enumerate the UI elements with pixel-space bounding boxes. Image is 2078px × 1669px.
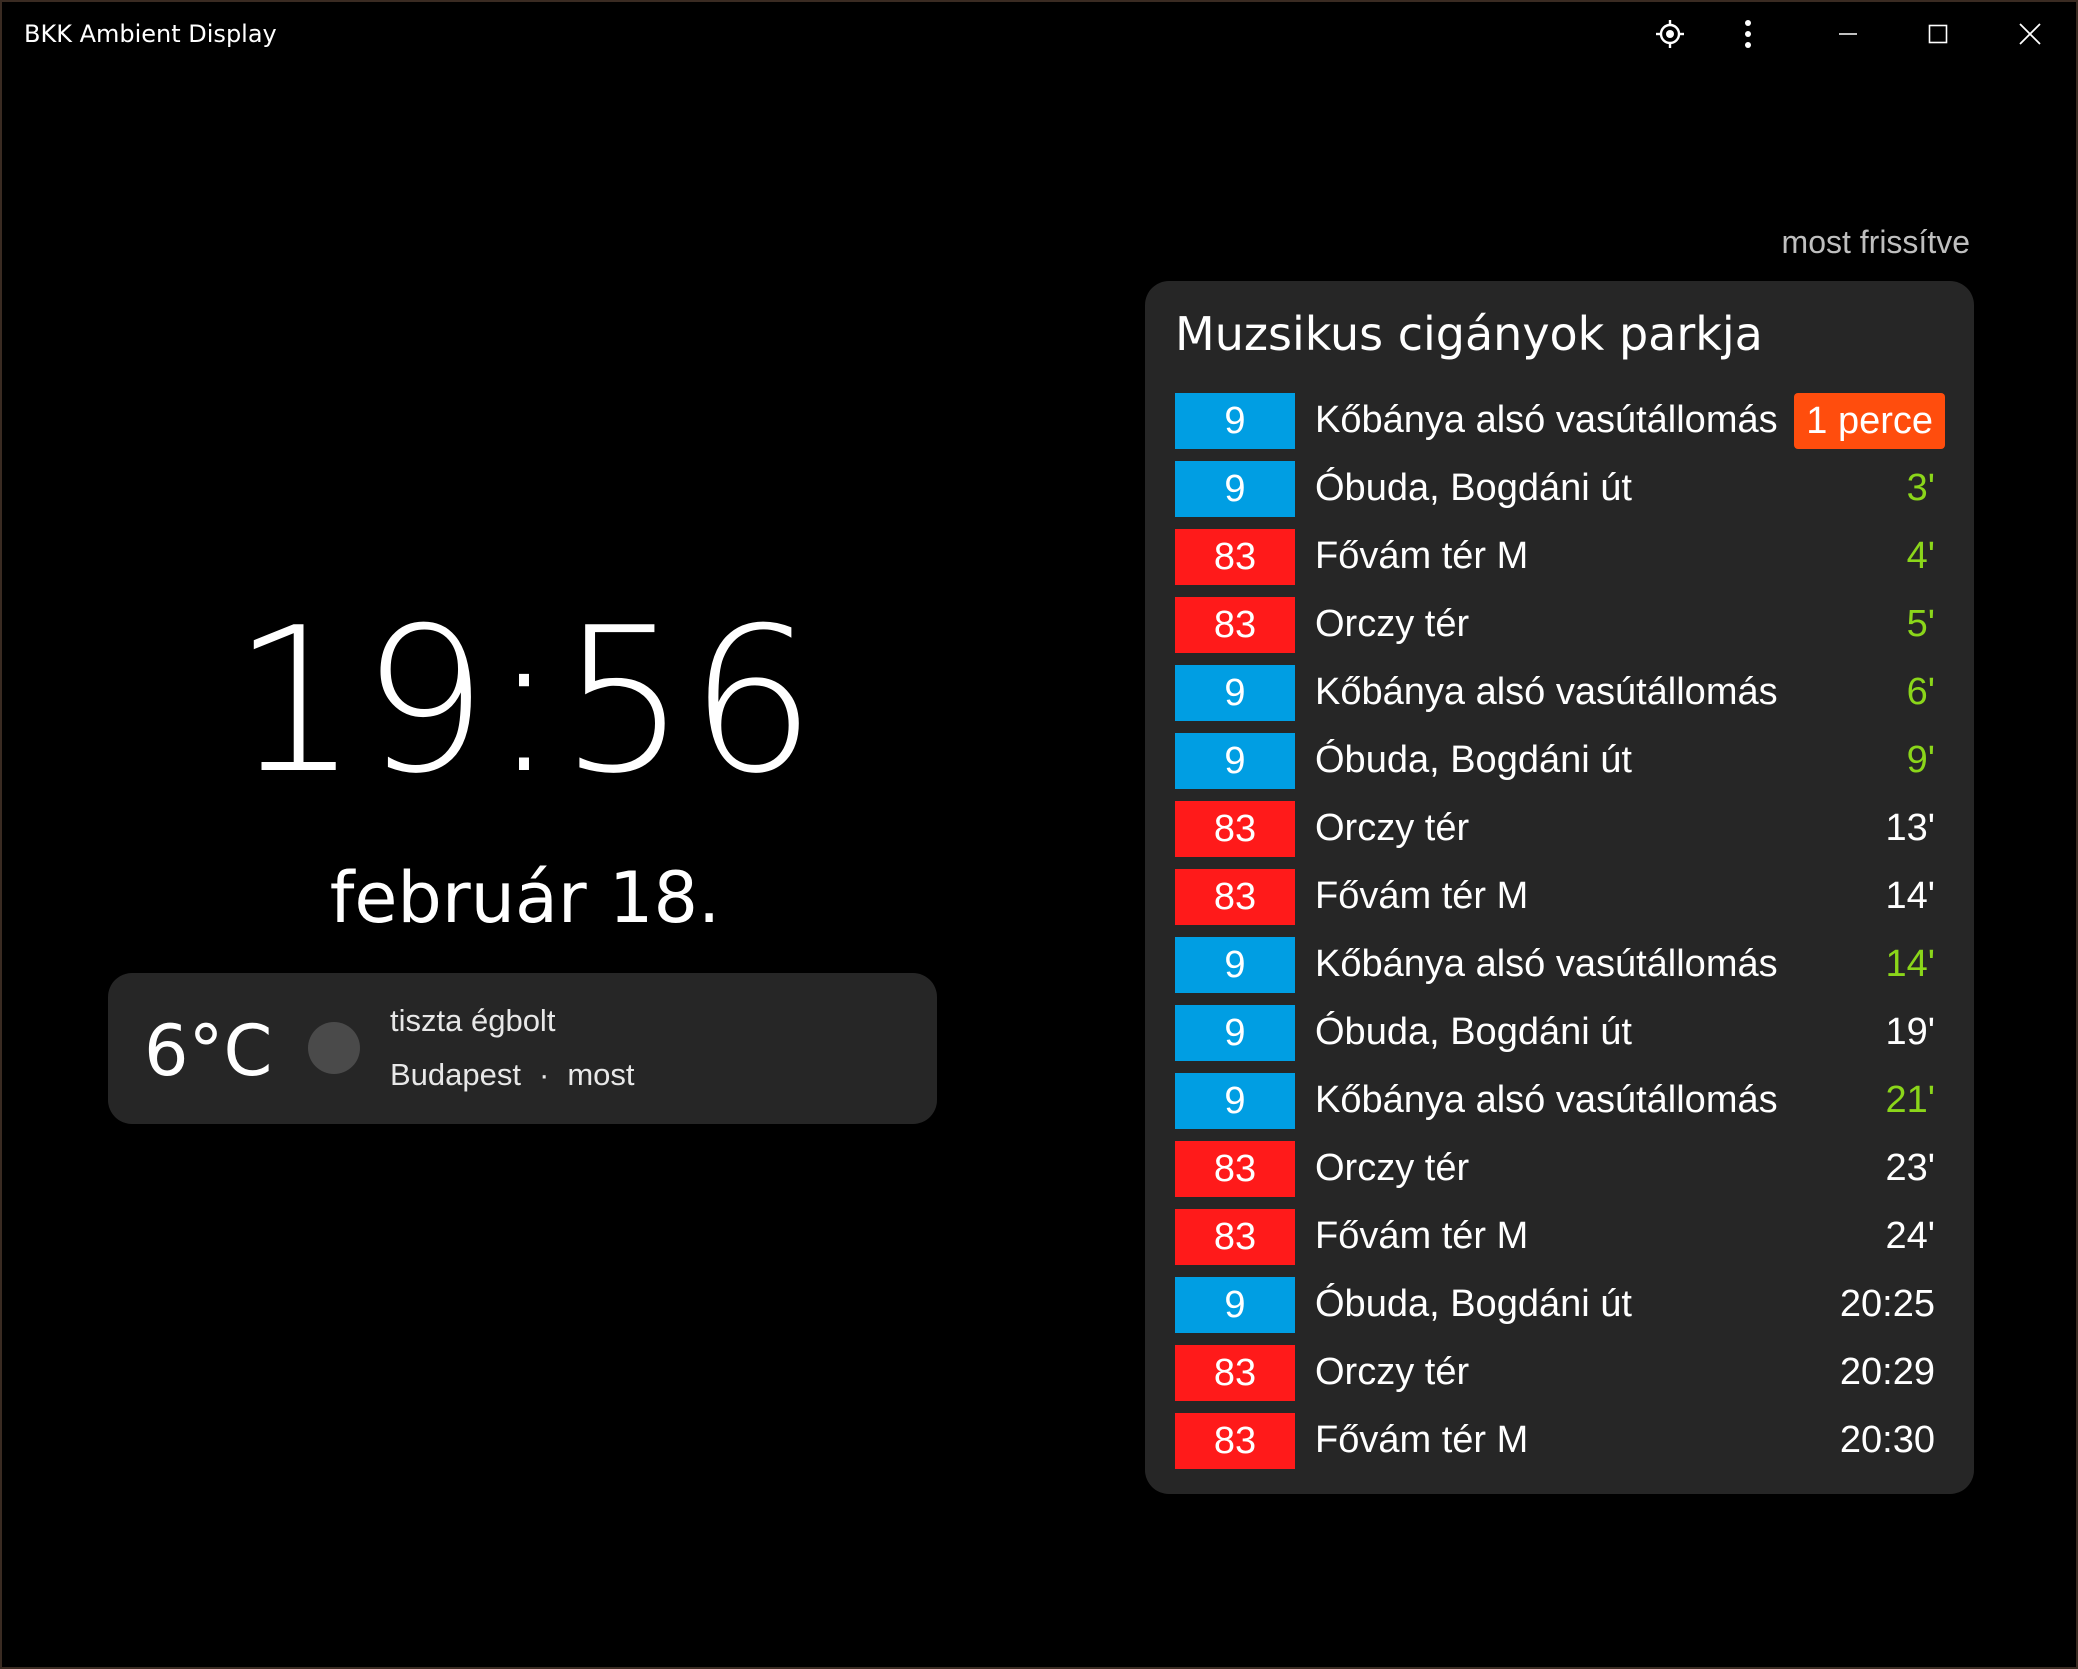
departure-time: 20:25 [1839,1283,1935,1325]
close-icon [2019,23,2041,45]
departure-row: 83 Orczy tér 13' [1175,795,1945,863]
departure-time: 9' [1906,739,1935,781]
weather-description: tiszta égbolt [390,1003,556,1038]
departures-list: 9 Kőbánya alsó vasútállomás 1 perce 9 Óbuda,… [1175,387,1945,1475]
departure-time: 3' [1906,467,1935,509]
departure-destination: Fővám tér M [1315,1419,1529,1461]
departure-row: 9 Kőbánya alsó vasútállomás 14' [1175,931,1945,999]
departure-row: 83 Fővám tér M 24' [1175,1203,1945,1271]
departure-destination: Orczy tér [1315,807,1470,849]
departure-row: 83 Fővám tér M 20:30 [1175,1407,1945,1475]
route-badge: 83 [1175,869,1295,925]
departure-row: 83 Orczy tér 23' [1175,1135,1945,1203]
departure-time: 4' [1906,535,1935,577]
departure-time: 21' [1885,1079,1935,1121]
departure-row: 83 Fővám tér M 4' [1175,523,1945,591]
departure-destination: Fővám tér M [1315,535,1529,577]
departure-destination: Óbuda, Bogdáni út [1315,1283,1632,1325]
minimize-icon [1839,33,1857,35]
crosshair-target-icon [1656,20,1684,48]
weather-separator: · [539,1057,550,1092]
clock-date: február 18. [329,857,721,939]
departure-row: 9 Óbuda, Bogdáni út 3' [1175,455,1945,523]
refresh-status: most frissítve [1781,224,1970,260]
stop-name: Muzsikus cigányok parkja [1175,307,1763,361]
departure-destination: Óbuda, Bogdáni út [1315,1011,1632,1053]
route-badge: 83 [1175,801,1295,857]
departure-destination: Orczy tér [1315,603,1470,645]
departure-destination: Óbuda, Bogdáni út [1315,467,1632,509]
departure-time: 13' [1885,807,1935,849]
departure-row: 9 Kőbánya alsó vasútállomás 21' [1175,1067,1945,1135]
route-badge: 9 [1175,1073,1295,1129]
departure-destination: Fővám tér M [1315,875,1529,917]
departure-time: 20:29 [1839,1351,1935,1393]
app-window: BKK Ambient Display most frissítve 19:56… [0,0,2078,1669]
departure-time: 1 perce [1794,393,1945,449]
clock-time: 19:56 [231,585,819,818]
departure-time: 23' [1885,1147,1935,1189]
route-badge: 9 [1175,1277,1295,1333]
departure-time: 5' [1906,603,1935,645]
route-badge: 83 [1175,1413,1295,1469]
departure-destination: Orczy tér [1315,1351,1470,1393]
departure-time: 14' [1885,875,1935,917]
weather-card: 6°C tiszta égbolt Budapest · most [108,973,937,1124]
departure-destination: Orczy tér [1315,1147,1470,1189]
route-badge: 9 [1175,1005,1295,1061]
clear-sky-icon [308,1022,360,1074]
weather-temperature: 6°C [144,1010,273,1092]
route-badge: 83 [1175,1345,1295,1401]
route-badge: 9 [1175,937,1295,993]
weather-updated: most [567,1057,635,1092]
more-options-button[interactable] [1708,2,1788,66]
route-badge: 9 [1175,733,1295,789]
departure-row: 83 Orczy tér 5' [1175,591,1945,659]
departure-time: 6' [1906,671,1935,713]
departure-time: 20:30 [1839,1419,1935,1461]
departure-destination: Kőbánya alsó vasútállomás [1315,1079,1778,1121]
departure-destination: Kőbánya alsó vasútállomás [1315,399,1778,441]
route-badge: 9 [1175,461,1295,517]
departure-time: 14' [1885,943,1935,985]
minimize-button[interactable] [1808,2,1888,66]
departure-destination: Kőbánya alsó vasútállomás [1315,943,1778,985]
departures-card: Muzsikus cigányok parkja 9 Kőbánya alsó v… [1145,281,1974,1494]
departure-destination: Kőbánya alsó vasútállomás [1315,671,1778,713]
route-badge: 9 [1175,393,1295,449]
app-title: BKK Ambient Display [24,20,277,48]
vertical-ellipsis-icon [1745,20,1751,48]
departure-row: 83 Orczy tér 20:29 [1175,1339,1945,1407]
maximize-button[interactable] [1898,2,1978,66]
departure-time: 24' [1885,1215,1935,1257]
departure-row: 9 Kőbánya alsó vasútállomás 6' [1175,659,1945,727]
departure-row: 9 Óbuda, Bogdáni út 9' [1175,727,1945,795]
departure-row: 9 Óbuda, Bogdáni út 19' [1175,999,1945,1067]
maximize-icon [1928,24,1948,44]
departure-row: 9 Kőbánya alsó vasútállomás 1 perce [1175,387,1945,455]
departure-time: 19' [1885,1011,1935,1053]
weather-city: Budapest [390,1057,521,1092]
close-button[interactable] [1990,2,2070,66]
route-badge: 83 [1175,1141,1295,1197]
weather-meta: Budapest · most [390,1057,635,1093]
departure-destination: Fővám tér M [1315,1215,1529,1257]
locate-button[interactable] [1630,2,1710,66]
route-badge: 83 [1175,597,1295,653]
route-badge: 9 [1175,665,1295,721]
departure-row: 9 Óbuda, Bogdáni út 20:25 [1175,1271,1945,1339]
departure-row: 83 Fővám tér M 14' [1175,863,1945,931]
route-badge: 83 [1175,1209,1295,1265]
route-badge: 83 [1175,529,1295,585]
departure-destination: Óbuda, Bogdáni út [1315,739,1632,781]
title-bar[interactable]: BKK Ambient Display [2,2,2076,66]
